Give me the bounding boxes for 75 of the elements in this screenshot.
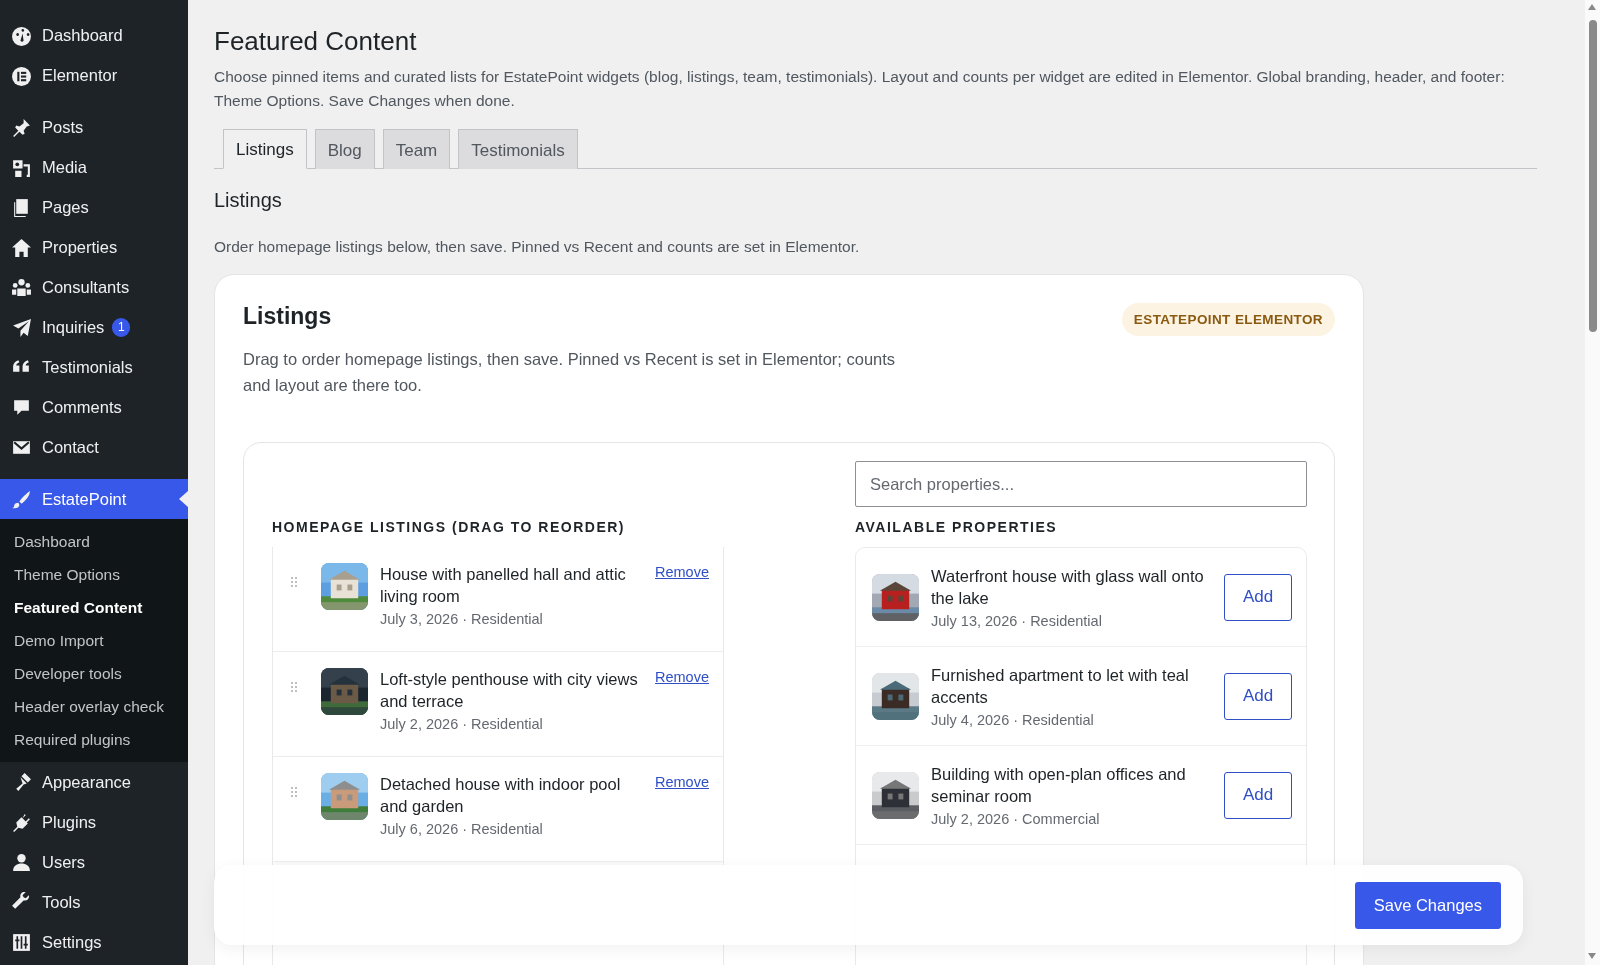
paintbrush-icon — [11, 488, 32, 510]
tab[interactable]: Testimonials — [458, 129, 578, 169]
elementor-icon — [11, 64, 32, 86]
count-badge: 1 — [112, 317, 131, 337]
menu-item[interactable]: Contact — [0, 427, 188, 467]
search-field[interactable]: Search properties... — [855, 461, 1307, 507]
menu-item[interactable]: Tools — [0, 882, 188, 922]
scrollbar[interactable] — [1585, 0, 1600, 965]
save-button[interactable]: Save Changes — [1354, 881, 1501, 929]
property-meta: July 6, 2026 · Residential — [380, 821, 544, 837]
property-title: Waterfront house with glass wall onto the lake — [931, 566, 1205, 609]
menu-item[interactable]: Plugins — [0, 802, 188, 842]
tab[interactable]: Blog — [314, 129, 375, 169]
user-icon — [11, 851, 32, 873]
menu-item[interactable]: Appearance — [0, 762, 188, 802]
submenu-item[interactable]: Theme Options — [0, 558, 188, 591]
menu-item[interactable]: Dashboard — [0, 15, 188, 55]
property-meta: July 2, 2026 · Residential — [380, 716, 544, 732]
property-meta: July 13, 2026 · Residential — [931, 613, 1103, 629]
submenu-item[interactable]: Developer tools — [0, 657, 188, 690]
page-title: Featured Content — [214, 26, 418, 57]
draggable-row[interactable]: Loft-style penthouse with city views and terrace July 2, 2026 · Residential Remove — [273, 652, 723, 757]
menu-item[interactable]: Pages — [0, 187, 188, 227]
send-icon — [11, 316, 32, 338]
draggable-row[interactable]: House with panelled hall and attic living room July 3, 2026 · Residential Remove — [273, 547, 723, 652]
people-icon — [11, 276, 32, 298]
submenu-item[interactable]: Demo Import — [0, 624, 188, 657]
remove-link[interactable]: Remove — [655, 563, 709, 580]
remove-link[interactable]: Remove — [655, 773, 709, 790]
property-title: House with panelled hall and attic living room — [380, 564, 627, 607]
column-heading: HOMEPAGE LISTINGS (DRAG TO REORDER) — [272, 519, 626, 535]
card-title: Listings — [243, 303, 333, 330]
submenu-item[interactable]: Dashboard — [0, 525, 188, 558]
menu-item[interactable]: Users — [0, 842, 188, 882]
menu-item[interactable]: Testimonials — [0, 347, 188, 387]
card-description: Drag to order homepage listings, then save. Pinned vs Recent is set in Elementor; counts and layout are there too. — [243, 349, 897, 396]
property-meta: July 2, 2026 · Commercial — [931, 811, 1101, 827]
menu-item[interactable]: EstatePoint — [0, 479, 188, 519]
add-button[interactable]: Add — [1224, 672, 1292, 720]
menu-item[interactable]: Media — [0, 147, 188, 187]
property-title: Furnished apartment to let with teal accents — [931, 665, 1190, 708]
drag-handle-icon — [291, 682, 297, 692]
remove-link[interactable]: Remove — [655, 668, 709, 685]
submenu-item[interactable]: Required plugins — [0, 723, 188, 756]
property-meta: July 3, 2026 · Residential — [380, 611, 544, 627]
submenu-item[interactable]: Header overlay check — [0, 690, 188, 723]
property-meta: July 4, 2026 · Residential — [931, 712, 1095, 728]
plug-icon — [11, 811, 32, 833]
pointer-mark — [179, 491, 188, 507]
add-button[interactable]: Add — [1224, 573, 1292, 621]
drag-handle-icon — [291, 577, 297, 587]
menu-item[interactable]: Properties — [0, 227, 188, 267]
menu-item[interactable]: Comments — [0, 387, 188, 427]
drag-handle-icon — [291, 787, 297, 797]
submenu-item[interactable]: Featured Content — [0, 591, 188, 624]
menu-item[interactable]: Inquiries 1 — [0, 307, 188, 347]
column-heading: AVAILABLE PROPERTIES — [855, 519, 1059, 535]
section-title: Listings — [214, 189, 283, 212]
house-icon — [11, 236, 32, 258]
menu-item[interactable]: Settings — [0, 922, 188, 962]
property-title: Detached house with indoor pool and garden — [380, 774, 622, 817]
property-title: Loft-style penthouse with city views and terrace — [380, 669, 639, 712]
menu-item[interactable]: Consultants — [0, 267, 188, 307]
section-description: Order homepage listings below, then save. Pinned vs Recent and counts are set in Elementor. — [214, 238, 861, 256]
menu-item[interactable]: Elementor — [0, 55, 188, 95]
settings-icon — [11, 931, 32, 953]
dashboard-icon — [11, 24, 32, 46]
add-button[interactable]: Add — [1224, 771, 1292, 819]
menu-item[interactable]: Posts — [0, 107, 188, 147]
draggable-row[interactable]: Detached house with indoor pool and garden July 6, 2026 · Residential Remove — [273, 757, 723, 862]
tab[interactable]: Team — [382, 129, 451, 169]
tag: ESTATEPOINT ELEMENTOR — [1121, 303, 1335, 336]
property-title: Building with open-plan offices and seminar room — [931, 764, 1187, 807]
page-description: Choose pinned items and curated lists for EstatePoint widgets (blog, listings, team, testimonials). Layout and counts per widget are edited in Elementor. Global branding, header, and footer: Theme Options. Save Changes when done. — [214, 67, 1506, 111]
tab[interactable]: Listings — [223, 129, 307, 169]
